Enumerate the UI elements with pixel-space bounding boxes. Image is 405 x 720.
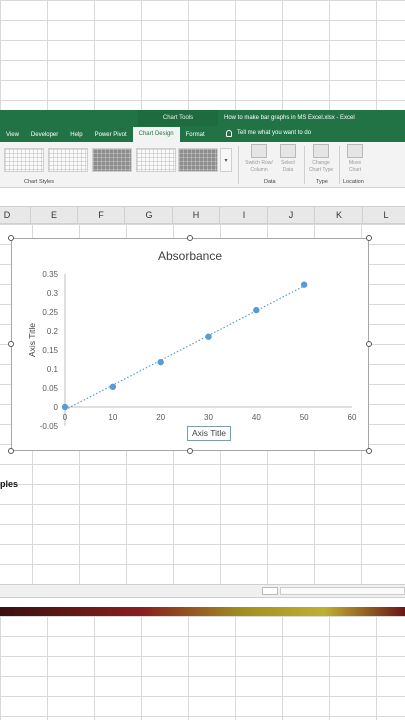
- column-header-e[interactable]: E: [31, 207, 78, 224]
- resize-handle-top-right[interactable]: [366, 235, 372, 241]
- status-gap: [0, 598, 405, 607]
- group-label-chart-styles: Chart Styles: [24, 179, 54, 185]
- column-header-k[interactable]: K: [316, 207, 363, 224]
- column-header-i[interactable]: I: [221, 207, 268, 224]
- data-point: [109, 383, 117, 391]
- x-axis-title[interactable]: Axis Title: [187, 426, 231, 441]
- chart-style-thumb-2[interactable]: [48, 148, 88, 172]
- x-tick-label: 0: [63, 413, 68, 422]
- resize-handle-bottom[interactable]: [187, 448, 193, 454]
- y-tick-label: 0.1: [47, 365, 59, 374]
- x-tick-label: 20: [156, 413, 165, 422]
- move-chart-label-1: Move: [348, 160, 362, 166]
- y-tick-label: 0.35: [42, 270, 58, 279]
- y-tick-label: 0: [54, 403, 59, 412]
- tell-me-text: Tell me what you want to do: [237, 130, 312, 136]
- sheet-grid-top[interactable]: [0, 0, 405, 110]
- formula-bar-area: [0, 188, 405, 206]
- chart-style-thumb-4[interactable]: [136, 148, 176, 172]
- column-header-l[interactable]: L: [363, 207, 405, 224]
- gallery-more-button[interactable]: ▾: [220, 148, 232, 172]
- chart-style-thumb-1[interactable]: [4, 148, 44, 172]
- tab-format[interactable]: Format: [180, 128, 211, 142]
- data-point: [157, 358, 164, 366]
- resize-handle-bottom-left[interactable]: [8, 448, 14, 454]
- change-chart-type-label-2: Chart Type: [308, 167, 334, 173]
- y-tick-label: 0.25: [42, 308, 58, 317]
- data-point: [300, 281, 308, 288]
- x-tick-label: 10: [108, 413, 117, 422]
- move-chart-button[interactable]: Move Chart: [338, 144, 372, 174]
- column-header-row: D E F G H I J K L: [0, 206, 405, 224]
- y-tick-label: 0.3: [47, 289, 59, 298]
- select-data-label-1: Select: [281, 160, 295, 166]
- resize-handle-top-left[interactable]: [8, 235, 14, 241]
- change-chart-type-label-1: Change: [312, 160, 330, 166]
- column-header-d[interactable]: D: [0, 207, 31, 224]
- switch-row-column-label-1: Switch Row/: [245, 160, 273, 166]
- x-tick-label: 40: [252, 413, 261, 422]
- lightbulb-icon: [226, 129, 232, 137]
- y-tick-label: 0.2: [47, 327, 59, 336]
- data-point: [205, 333, 212, 340]
- column-header-h[interactable]: H: [173, 207, 220, 224]
- tab-help[interactable]: Help: [64, 128, 88, 142]
- group-label-data: Data: [264, 179, 276, 185]
- resize-handle-left[interactable]: [8, 341, 14, 347]
- scatter-chart[interactable]: Absorbance Axis Title 0 10 20 30 40 50 60 -0.05…: [11, 238, 369, 451]
- cell-text-samples[interactable]: ples: [0, 479, 18, 489]
- group-separator: [238, 146, 239, 184]
- x-tick-label: 60: [348, 413, 357, 422]
- y-tick-label: 0.05: [42, 384, 58, 393]
- change-chart-type-button[interactable]: Change Chart Type: [304, 144, 338, 174]
- taskbar-strip: [0, 607, 405, 616]
- select-data-label-2: Data: [282, 167, 294, 173]
- ribbon-tab-row: View Developer Help Power Pivot Chart De…: [0, 126, 211, 142]
- move-chart-label-2: Chart: [348, 167, 362, 173]
- scroll-left-button[interactable]: [262, 587, 278, 595]
- ribbon-body: ▾ Chart Styles Switch Row/ Column Select…: [0, 142, 405, 188]
- data-point: [61, 403, 69, 411]
- change-chart-type-icon: [313, 144, 329, 158]
- window-title: How to make bar graphs in MS Excel.xlsx …: [224, 115, 355, 121]
- y-tick-label: -0.05: [40, 422, 59, 431]
- tab-developer[interactable]: Developer: [25, 128, 64, 142]
- horizontal-scrollbar[interactable]: [280, 587, 405, 595]
- sheet-grid-bottom[interactable]: [0, 616, 405, 720]
- chart-style-thumb-3[interactable]: [92, 148, 132, 172]
- data-point: [253, 306, 260, 314]
- column-header-f[interactable]: F: [78, 207, 125, 224]
- tell-me-search[interactable]: Tell me what you want to do: [226, 126, 311, 140]
- column-header-g[interactable]: G: [126, 207, 173, 224]
- column-header-j[interactable]: J: [268, 207, 315, 224]
- x-tick-label: 50: [300, 413, 309, 422]
- resize-handle-top[interactable]: [187, 235, 193, 241]
- tab-power-pivot[interactable]: Power Pivot: [89, 128, 133, 142]
- group-label-location: Location: [343, 179, 364, 185]
- move-chart-icon: [347, 144, 363, 158]
- select-data-button[interactable]: Select Data: [271, 144, 305, 174]
- chart-tools-context-label: Chart Tools: [138, 110, 218, 126]
- switch-row-column-label-2: Column: [250, 167, 268, 173]
- x-tick-label: 30: [204, 413, 213, 422]
- group-label-type: Type: [316, 179, 328, 185]
- plot-area[interactable]: 0 10 20 30 40 50 60 -0.05 0 0.05 0.1 0.15 0.2 0.25 0.3…: [12, 239, 370, 452]
- resize-handle-right[interactable]: [366, 341, 372, 347]
- tab-chart-design[interactable]: Chart Design: [132, 127, 180, 142]
- y-tick-label: 0.15: [42, 346, 58, 355]
- chart-style-thumb-5[interactable]: [178, 148, 218, 172]
- trendline: [64, 285, 305, 411]
- tab-view[interactable]: View: [0, 128, 25, 142]
- switch-row-column-icon: [251, 144, 267, 158]
- resize-handle-bottom-right[interactable]: [366, 448, 372, 454]
- select-data-icon: [280, 144, 296, 158]
